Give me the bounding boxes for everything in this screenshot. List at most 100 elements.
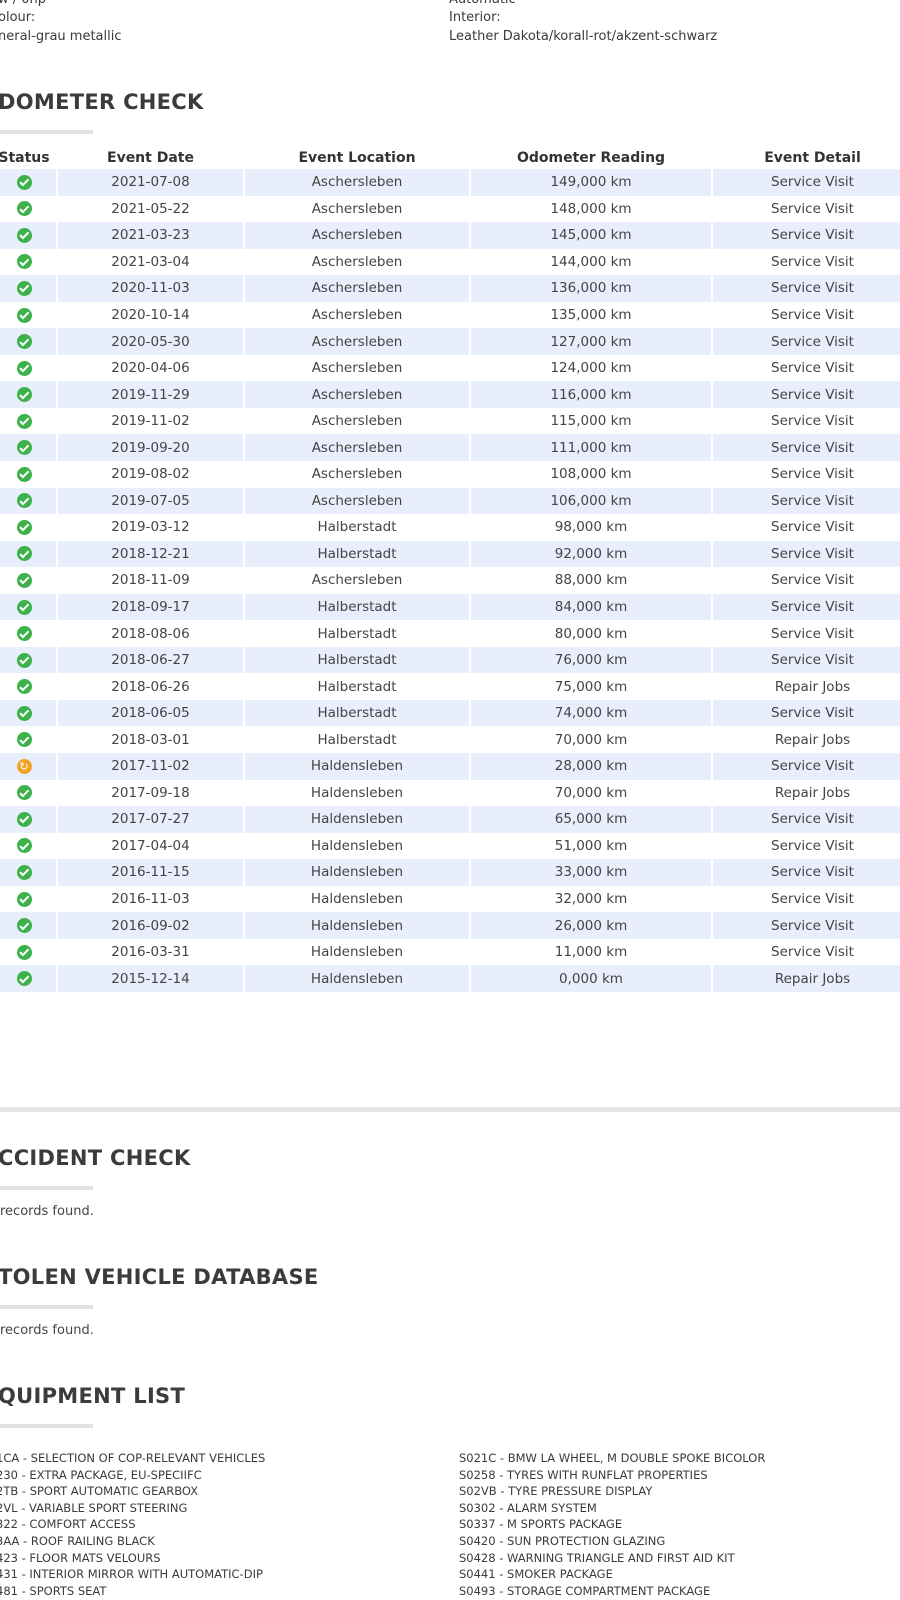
event-detail-cell: Service Visit xyxy=(713,699,900,727)
table-row: 2021-05-22 Aschersleben 148,000 km Service … xyxy=(0,195,900,223)
event-location-cell: Haldensleben xyxy=(245,753,469,780)
check-circle-icon xyxy=(16,201,32,217)
odometer-reading-cell: 136,000 km xyxy=(471,275,711,302)
equipment-item: 1CA - SELECTION OF COP-RELEVANT VEHICLES xyxy=(0,1451,266,1465)
event-detail-cell: Service Visit xyxy=(713,407,900,435)
check-circle-icon xyxy=(16,572,32,588)
status-cell xyxy=(0,832,56,860)
table-row: 2015-12-14 Haldensleben 0,000 km Repair Job… xyxy=(0,965,900,992)
status-cell xyxy=(0,461,56,488)
equipment-item: S02VB - TYRE PRESSURE DISPLAY xyxy=(459,1484,653,1499)
event-date-cell: 2021-03-04 xyxy=(58,248,243,276)
equipment-item: 2TB - SPORT AUTOMATIC GEARBOX xyxy=(0,1484,199,1499)
check-circle-icon xyxy=(16,652,32,668)
status-cell xyxy=(0,699,56,727)
spec-colour-value: neral-grau metallic xyxy=(0,29,122,44)
spec-transmission-value: Automatic xyxy=(449,0,516,9)
event-location-cell: Haldensleben xyxy=(245,885,469,913)
event-detail-cell: Service Visit xyxy=(713,514,900,541)
event-location-cell: Aschersleben xyxy=(245,381,469,408)
spec-interior-label: Interior: xyxy=(449,10,501,25)
event-date-cell: 2020-04-06 xyxy=(58,354,243,382)
table-row: 2021-03-04 Aschersleben 144,000 km Service … xyxy=(0,248,900,276)
check-circle-icon xyxy=(16,732,32,748)
check-circle-icon xyxy=(16,971,32,987)
status-cell xyxy=(0,885,56,913)
event-location-cell: Haldensleben xyxy=(245,859,469,886)
event-location-cell: Aschersleben xyxy=(245,328,469,355)
event-date-cell: 2019-11-29 xyxy=(58,381,243,408)
event-location-cell: Haldensleben xyxy=(245,938,469,966)
odometer-reading-cell: 98,000 km xyxy=(471,514,711,541)
status-cell xyxy=(0,514,56,541)
event-date-cell: 2016-11-03 xyxy=(58,885,243,913)
event-location-cell: Halberstadt xyxy=(245,514,469,541)
table-row: 2021-07-08 Aschersleben 149,000 km Service … xyxy=(0,169,900,196)
status-cell xyxy=(0,912,56,939)
odometer-check-heading: DOMETER CHECK xyxy=(0,90,204,114)
check-circle-icon xyxy=(16,227,32,243)
odometer-reading-cell: 84,000 km xyxy=(471,593,711,621)
event-date-cell: 2019-09-20 xyxy=(58,434,243,462)
heading-underline xyxy=(0,1424,93,1428)
status-cell: ↻ xyxy=(0,753,56,780)
event-location-cell: Haldensleben xyxy=(245,965,469,992)
event-date-cell: 2018-03-01 xyxy=(58,726,243,754)
check-circle-icon xyxy=(16,280,32,296)
odometer-reading-cell: 144,000 km xyxy=(471,248,711,276)
event-date-cell: 2021-03-23 xyxy=(58,222,243,249)
table-row: 2019-07-05 Aschersleben 106,000 km Service … xyxy=(0,487,900,515)
event-detail-cell: Service Visit xyxy=(713,248,900,276)
check-circle-icon xyxy=(16,466,32,482)
equipment-item: 3AA - ROOF RAILING BLACK xyxy=(0,1533,155,1548)
odometer-reading-cell: 33,000 km xyxy=(471,859,711,886)
equipment-item: S0258 - TYRES WITH RUNFLAT PROPERTIES xyxy=(459,1467,708,1482)
check-circle-icon xyxy=(16,307,32,323)
check-circle-icon xyxy=(16,334,32,350)
check-circle-icon xyxy=(16,254,32,270)
table-row: 2019-11-02 Aschersleben 115,000 km Service … xyxy=(0,407,900,435)
check-circle-icon xyxy=(16,918,32,934)
table-row: 2018-06-05 Halberstadt 74,000 km Service Vi… xyxy=(0,699,900,727)
section-divider xyxy=(0,1107,900,1112)
event-detail-cell: Repair Jobs xyxy=(713,779,900,807)
event-date-cell: 2021-05-22 xyxy=(58,195,243,223)
heading-underline xyxy=(0,1186,93,1190)
event-date-cell: 2018-08-06 xyxy=(58,620,243,647)
status-cell xyxy=(0,169,56,196)
event-detail-cell: Service Visit xyxy=(713,806,900,833)
table-row: 2019-08-02 Aschersleben 108,000 km Service … xyxy=(0,461,900,488)
event-date-cell: 2020-11-03 xyxy=(58,275,243,302)
status-cell xyxy=(0,381,56,408)
event-detail-cell: Service Visit xyxy=(713,354,900,382)
odometer-reading-cell: 115,000 km xyxy=(471,407,711,435)
check-circle-icon xyxy=(16,679,32,695)
event-date-cell: 2017-04-04 xyxy=(58,832,243,860)
event-detail-cell: Service Visit xyxy=(713,487,900,515)
col-header-status: Status xyxy=(0,150,50,166)
odometer-reading-cell: 75,000 km xyxy=(471,673,711,700)
status-cell xyxy=(0,806,56,833)
table-row: 2020-04-06 Aschersleben 124,000 km Service … xyxy=(0,354,900,382)
event-location-cell: Halberstadt xyxy=(245,620,469,647)
table-row: 2017-09-18 Haldensleben 70,000 km Repair Jo… xyxy=(0,779,900,807)
odometer-reading-cell: 32,000 km xyxy=(471,885,711,913)
event-detail-cell: Service Visit xyxy=(713,832,900,860)
event-location-cell: Halberstadt xyxy=(245,646,469,674)
status-cell xyxy=(0,646,56,674)
table-row: 2021-03-23 Aschersleben 145,000 km Service … xyxy=(0,222,900,249)
check-circle-icon xyxy=(16,599,32,615)
event-detail-cell: Service Visit xyxy=(713,222,900,249)
table-row: 2020-11-03 Aschersleben 136,000 km Service … xyxy=(0,275,900,302)
event-date-cell: 2019-03-12 xyxy=(58,514,243,541)
odometer-reading-cell: 124,000 km xyxy=(471,354,711,382)
odometer-reading-cell: 108,000 km xyxy=(471,461,711,488)
status-cell xyxy=(0,567,56,594)
table-row: 2019-11-29 Aschersleben 116,000 km Service … xyxy=(0,381,900,408)
event-detail-cell: Service Visit xyxy=(713,301,900,329)
equipment-item: 423 - FLOOR MATS VELOURS xyxy=(0,1550,161,1565)
heading-underline xyxy=(0,130,93,134)
odometer-reading-cell: 148,000 km xyxy=(471,195,711,223)
event-detail-cell: Service Visit xyxy=(713,753,900,780)
equipment-item: 230 - EXTRA PACKAGE, EU-SPECIIFC xyxy=(0,1467,202,1482)
